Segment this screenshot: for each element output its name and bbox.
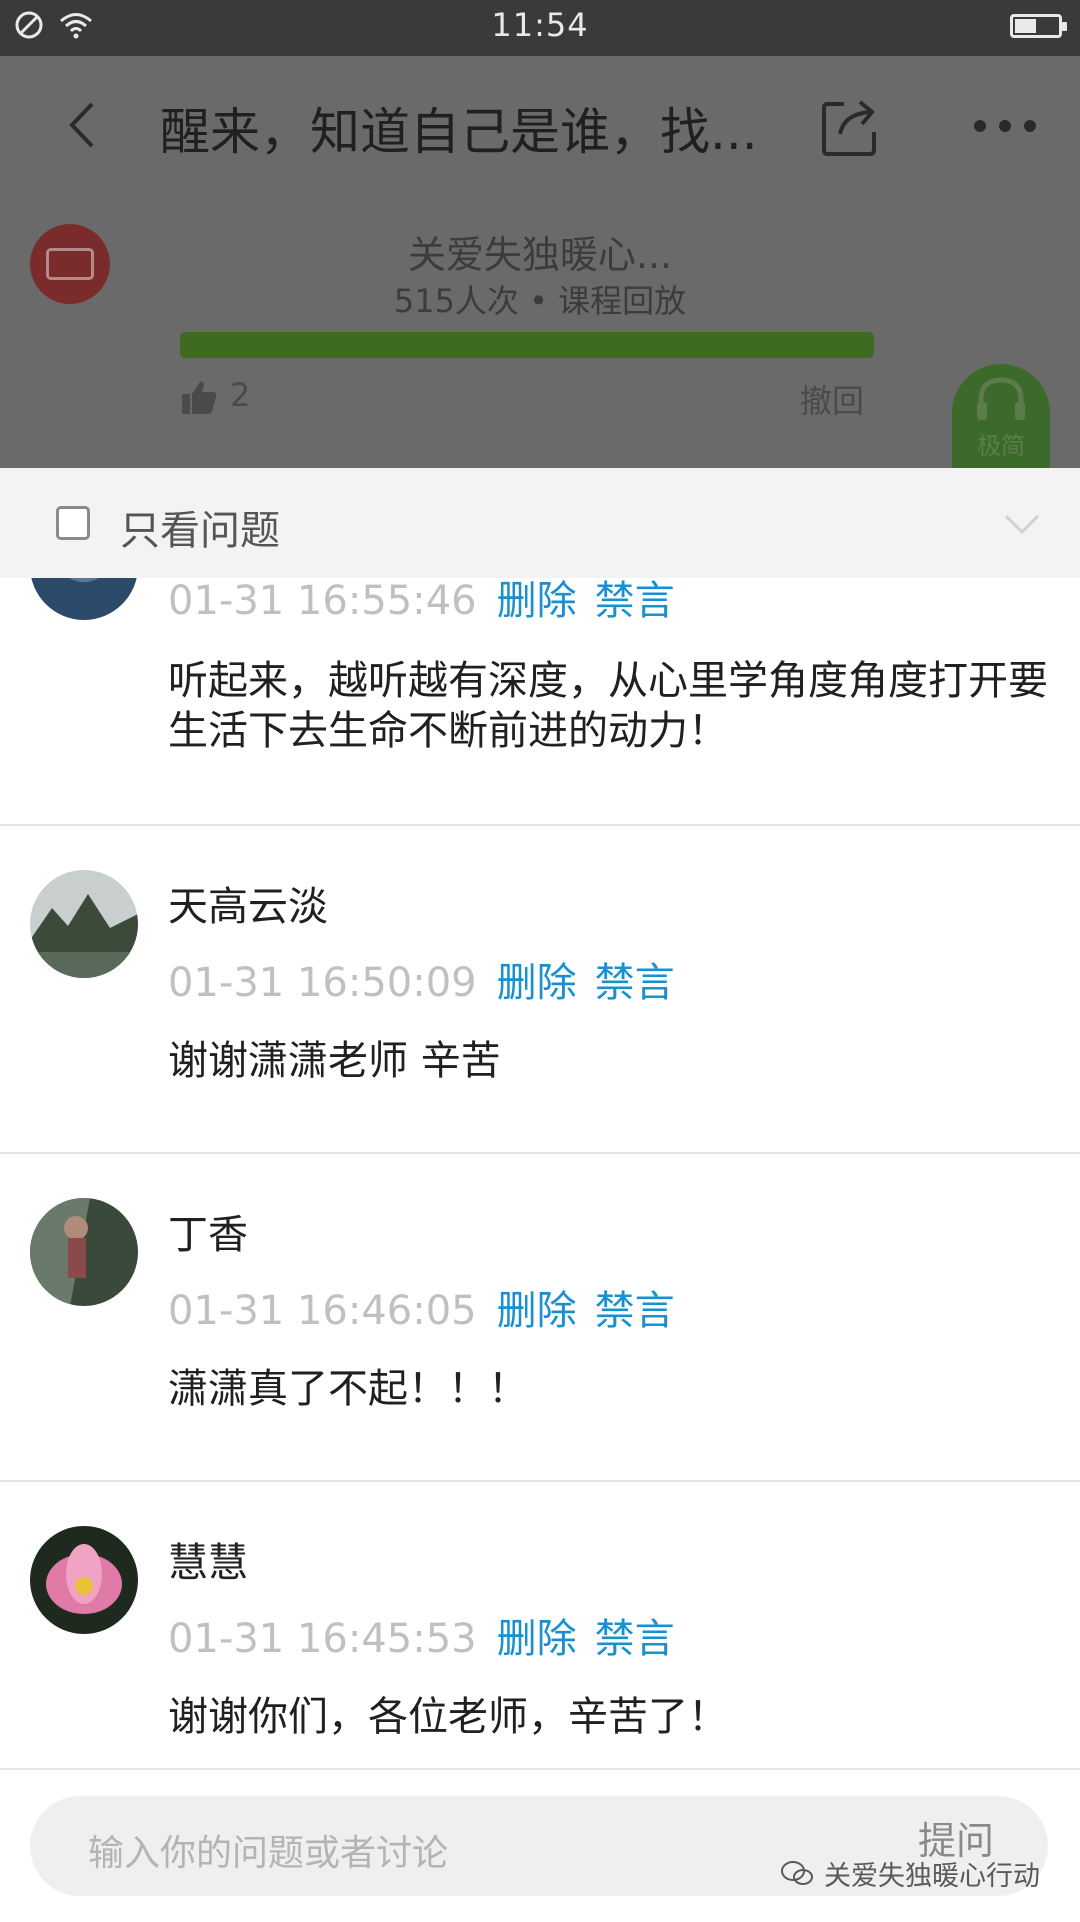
delete-button[interactable]: 删除 <box>497 1616 577 1662</box>
delete-button[interactable]: 删除 <box>497 578 577 624</box>
input-placeholder: 输入你的问题或者讨论 <box>88 1833 449 1874</box>
watermark: 关爱失独暖心行动 <box>780 1854 1040 1893</box>
mute-button[interactable]: 禁言 <box>595 578 675 624</box>
listen-mode-button[interactable]: 极简 <box>952 364 1050 468</box>
chevron-down-icon[interactable] <box>1002 504 1042 544</box>
mute-button[interactable]: 禁言 <box>595 960 675 1006</box>
course-progress-bar <box>180 332 874 358</box>
message-time: 01-31 16:45:53 <box>168 1616 477 1662</box>
mute-button[interactable]: 禁言 <box>595 1616 675 1662</box>
user-name: 天高云淡 <box>168 884 328 930</box>
message-content: 听起来，越听越有深度，从心里学角度角度打开要生活下去生命不断前进的动力！ <box>168 658 1048 754</box>
watermark-text: 关爱失独暖心行动 <box>824 1861 1040 1892</box>
listen-mode-label: 极简 <box>977 432 1025 460</box>
share-icon[interactable] <box>818 94 884 160</box>
message-list[interactable]: 01-31 16:55:46 删除 禁言 听起来，越听越有深度，从心里学角度角度打开… <box>0 578 1080 1768</box>
battery-icon <box>1010 14 1067 38</box>
thumbs-up-icon[interactable] <box>180 378 218 416</box>
course-name: 关爱失独暖心... <box>407 233 673 277</box>
questions-only-checkbox[interactable] <box>56 506 90 540</box>
message-meta: 01-31 16:45:53 删除 禁言 <box>168 1606 693 1664</box>
user-name: 慧慧 <box>168 1540 248 1586</box>
wechat-icon <box>781 1860 813 1885</box>
avatar[interactable] <box>30 1198 138 1306</box>
list-item: 天高云淡 01-31 16:50:09 删除 禁言 谢谢潇潇老师 辛苦 <box>0 826 1080 1154</box>
filter-bar: 只看问题 <box>0 468 1080 578</box>
message-time: 01-31 16:55:46 <box>168 578 477 624</box>
user-name: 丁香 <box>168 1212 248 1258</box>
clock: 11:54 <box>491 6 589 44</box>
like-count: 2 <box>230 376 251 414</box>
avatar[interactable] <box>30 870 138 978</box>
delete-button[interactable]: 删除 <box>497 960 577 1006</box>
avatar[interactable] <box>30 1526 138 1634</box>
avatar[interactable] <box>30 578 138 620</box>
title-bar: 醒来，知道自己是谁，找... <box>0 56 1080 196</box>
message-meta: 01-31 16:50:09 删除 禁言 <box>168 950 693 1008</box>
withdraw-button[interactable]: 撤回 <box>800 376 864 422</box>
questions-only-label[interactable]: 只看问题 <box>120 498 280 556</box>
message-content: 潇潇真了不起！！！ <box>168 1366 528 1412</box>
input-bar: 输入你的问题或者讨论 提问 <box>0 1768 1080 1922</box>
message-content: 谢谢潇潇老师 辛苦 <box>168 1038 501 1084</box>
mute-button[interactable]: 禁言 <box>595 1288 675 1334</box>
message-time: 01-31 16:46:05 <box>168 1288 477 1334</box>
page-title: 醒来，知道自己是谁，找... <box>160 103 758 161</box>
message-meta: 01-31 16:55:46 删除 禁言 <box>168 578 693 626</box>
delete-button[interactable]: 删除 <box>497 1288 577 1334</box>
list-item: 01-31 16:55:46 删除 禁言 听起来，越听越有深度，从心里学角度角度打开… <box>0 578 1080 776</box>
message-time: 01-31 16:50:09 <box>168 960 477 1006</box>
course-header: 醒来，知道自己是谁，找... 关爱失独暖心... 515人次 • 课程回放 2 … <box>0 56 1080 468</box>
message-content: 谢谢你们，各位老师，辛苦了！ <box>168 1694 728 1740</box>
more-options-icon[interactable] <box>972 116 1038 136</box>
back-arrow-icon[interactable] <box>58 98 112 152</box>
message-meta: 01-31 16:46:05 删除 禁言 <box>168 1278 693 1336</box>
headphones-icon <box>977 377 1025 420</box>
list-item: 丁香 01-31 16:46:05 删除 禁言 潇潇真了不起！！！ <box>0 1154 1080 1482</box>
course-stats: 515人次 • 课程回放 <box>393 282 687 320</box>
status-bar: 11:54 <box>0 0 1080 56</box>
list-item: 慧慧 01-31 16:45:53 删除 禁言 谢谢你们，各位老师，辛苦了！ <box>0 1482 1080 1768</box>
